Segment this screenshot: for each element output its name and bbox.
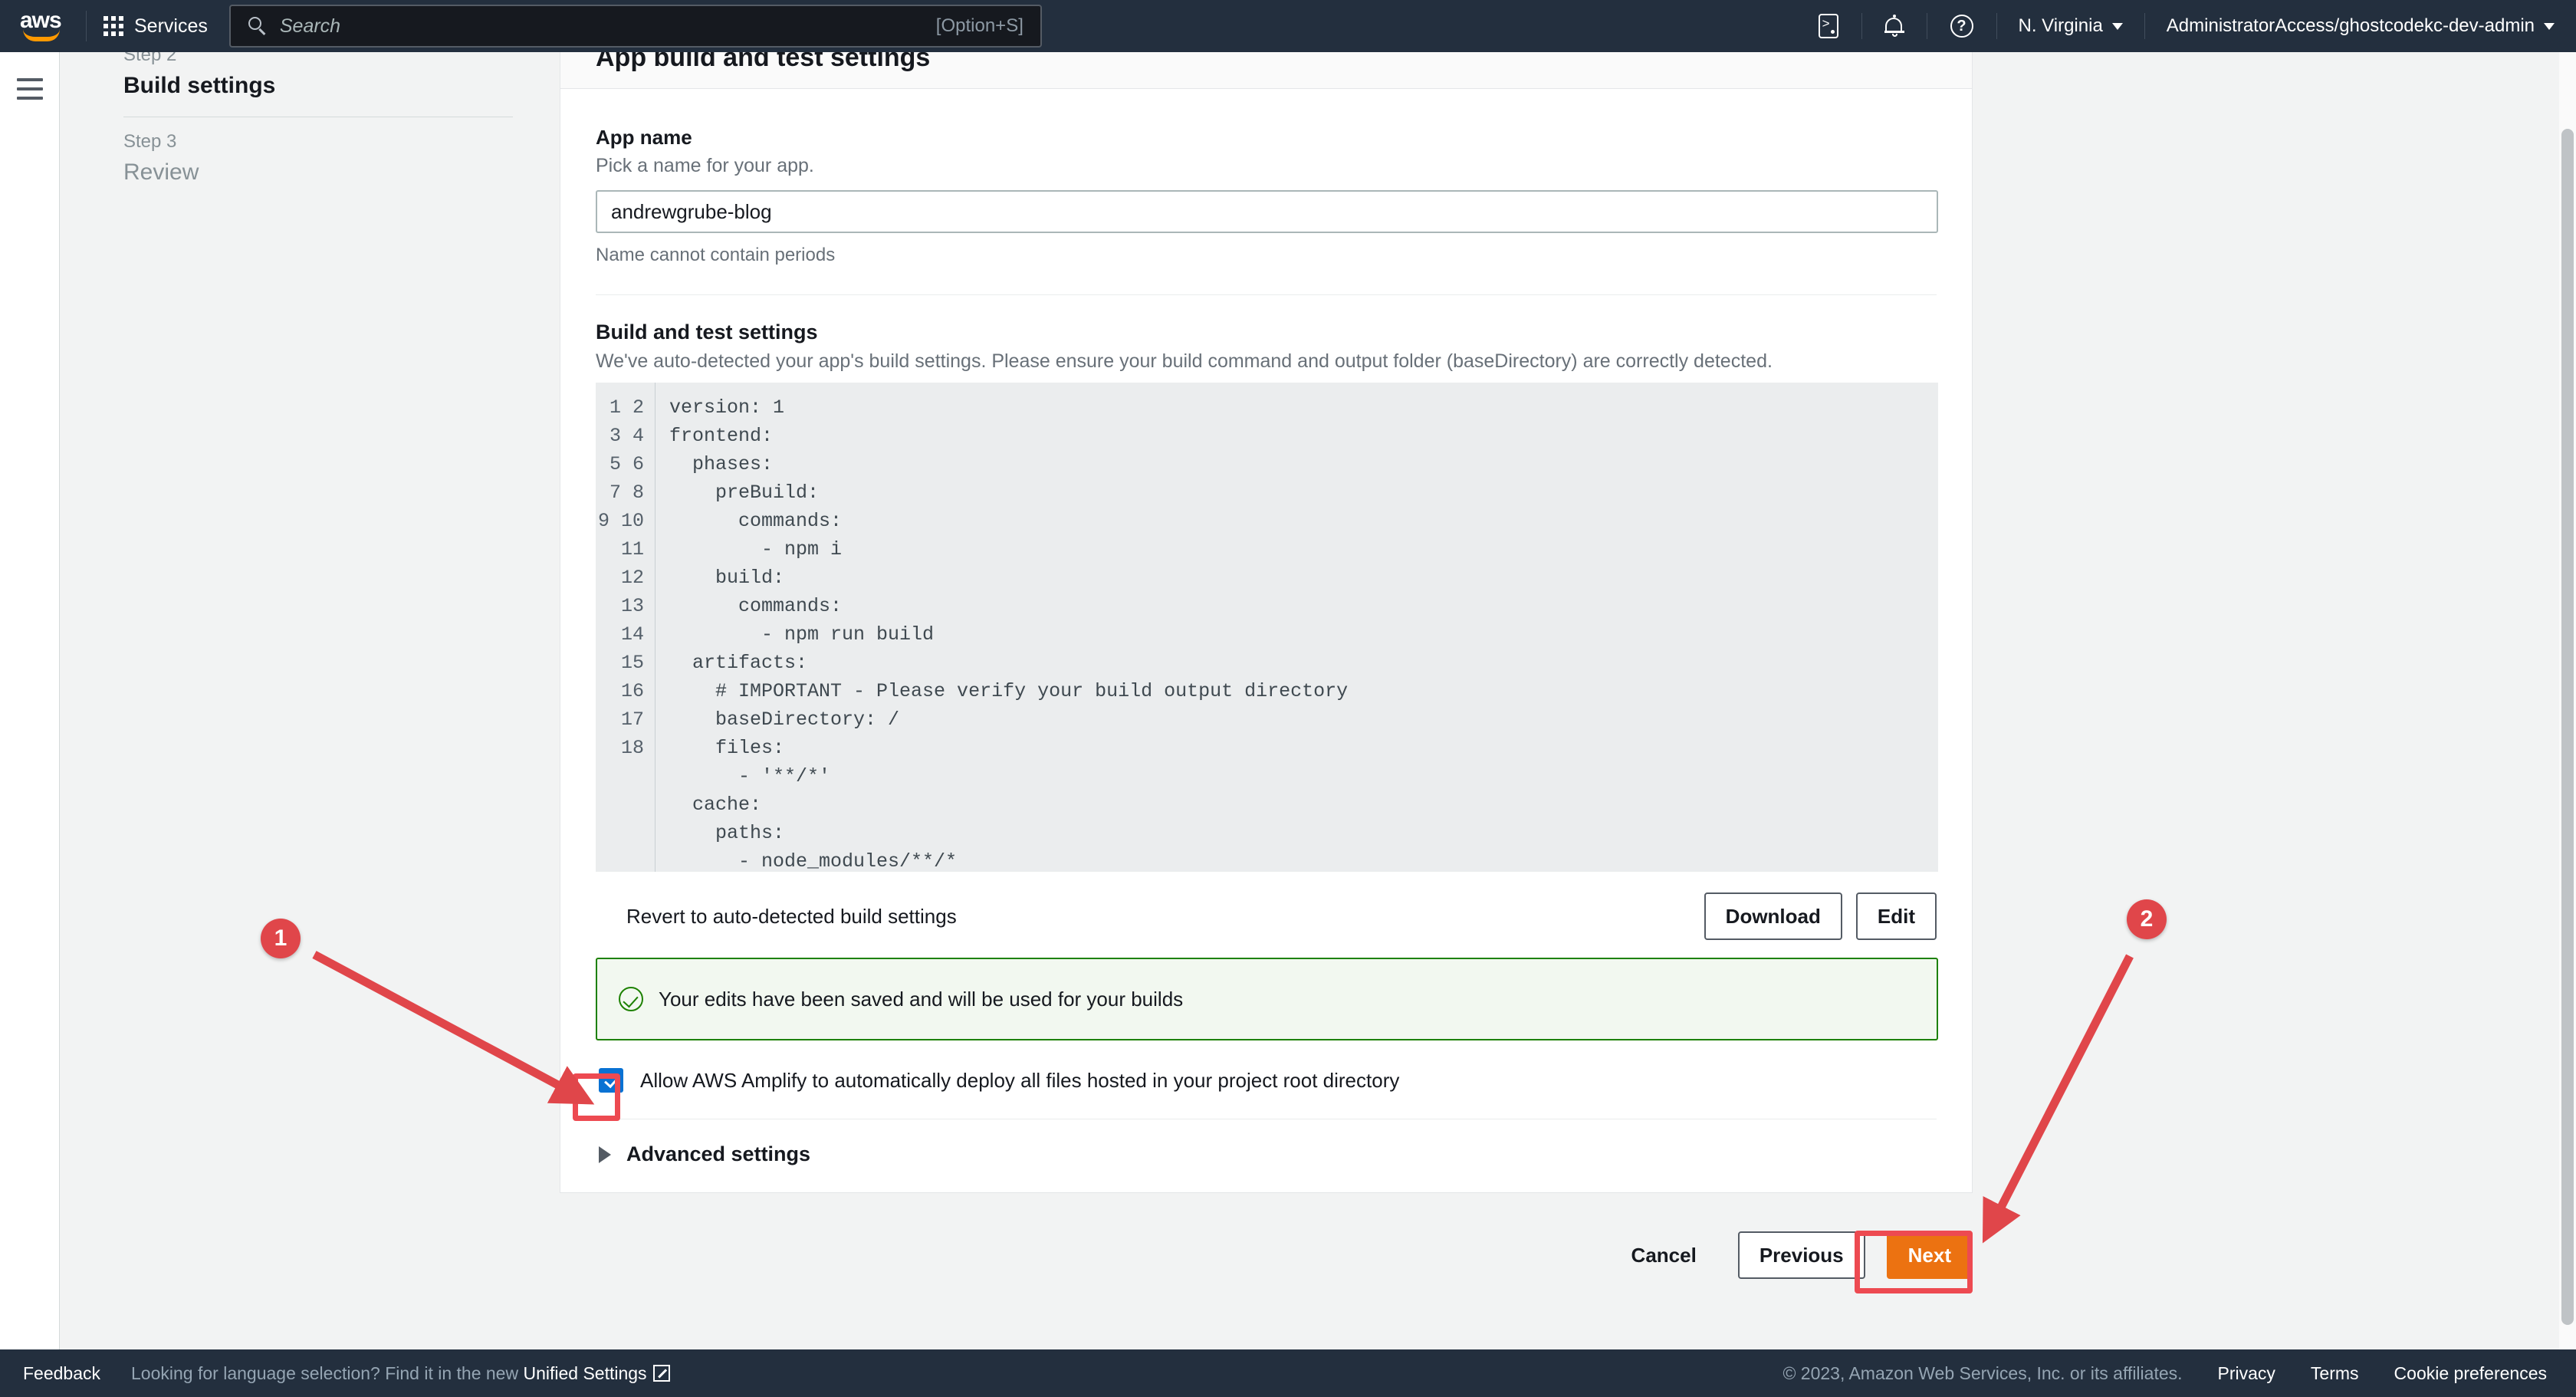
question-mark-icon: ? [1950,15,1973,38]
check-circle-icon [619,987,643,1011]
scrollbar-thumb[interactable] [2561,129,2574,1325]
left-rail [0,52,60,1349]
build-settings-card: App build and test settings App name Pic… [560,52,1973,1193]
success-alert: Your edits have been saved and will be u… [596,958,1938,1040]
wizard-step-sidebar: Step 2 Build settings Step 3 Review [61,44,559,1349]
external-link-icon [652,1364,670,1382]
previous-button[interactable]: Previous [1737,1231,1865,1279]
account-label: AdministratorAccess/ghostcodekc-dev-admi… [2166,15,2535,36]
search-placeholder: Search [279,15,341,37]
sidebar-item-build-settings[interactable]: Step 2 Build settings [123,41,513,117]
cancel-button[interactable]: Cancel [1612,1231,1717,1279]
region-label: N. Virginia [2018,15,2103,36]
advanced-settings-label: Advanced settings [626,1142,811,1165]
bell-icon [1884,14,1904,37]
card-header: App build and test settings [560,52,1972,89]
language-prompt-text: Looking for language selection? Find it … [131,1362,524,1383]
triangle-right-icon [599,1146,611,1163]
aws-logo-icon[interactable]: aws [20,8,69,41]
annotation-badge-2: 2 [2127,899,2167,939]
card-body: App name Pick a name for your app. Name … [560,89,1972,1192]
build-settings-description: We've auto-detected your app's build set… [596,350,1773,372]
copyright-text: © 2023, Amazon Web Services, Inc. or its… [1783,1362,2183,1383]
step-kicker: Step 3 [123,131,177,152]
global-search-input[interactable]: Search [Option+S] [228,5,1042,48]
bottom-bar-left: Feedback Looking for language selection?… [0,1363,670,1384]
nav-right-group: ? N. Virginia AdministratorAccess/ghostc… [1796,0,2576,52]
feedback-link[interactable]: Feedback [23,1363,100,1384]
edit-button[interactable]: Edit [1855,892,1937,940]
app-root: aws Services Search [Option+S] > ? N. Vi… [0,0,2576,1397]
chevron-down-icon [2111,22,2123,30]
terms-link[interactable]: Terms [2311,1363,2359,1384]
chevron-down-icon [2544,22,2555,30]
aws-wordmark: aws [20,8,62,33]
build-settings-section: Build and test settings We've auto-detec… [596,318,1938,1093]
annotation-highlight-next [1855,1231,1973,1293]
page-scrollbar[interactable] [2559,52,2576,1349]
deploy-all-files-row: Allow AWS Amplify to automatically deplo… [596,1068,1937,1093]
annotation-arrow-2 [1982,954,2134,1244]
unified-settings-link[interactable]: Unified Settings [523,1363,646,1383]
buildspec-code-editor[interactable]: 1 2 3 4 5 6 7 8 9 10 11 12 13 14 15 16 1… [596,383,1938,872]
revert-build-settings-link[interactable]: Revert to auto-detected build settings [626,905,957,929]
line-number-gutter: 1 2 3 4 5 6 7 8 9 10 11 12 13 14 15 16 1… [596,383,656,872]
bottom-bar: Feedback Looking for language selection?… [0,1349,2576,1397]
sidebar-item-review[interactable]: Step 3 Review [123,117,513,203]
help-button[interactable]: ? [1927,15,1996,38]
account-menu[interactable]: AdministratorAccess/ghostcodekc-dev-admi… [2145,15,2576,37]
build-settings-title: Build and test settings [596,320,818,343]
app-name-field-group: App name Pick a name for your app. Name … [596,124,1938,268]
app-name-description: Pick a name for your app. [596,155,814,176]
deploy-all-files-label: Allow AWS Amplify to automatically deplo… [640,1068,1400,1092]
step-title: Build settings [123,73,276,98]
notifications-button[interactable] [1862,14,1927,37]
region-selector[interactable]: N. Virginia [1997,15,2144,37]
cloudshell-icon [1818,14,1838,38]
grid-icon [104,16,123,36]
services-menu-button[interactable]: Services [104,15,208,38]
annotation-highlight-checkbox [573,1073,620,1121]
services-label: Services [134,15,208,37]
app-name-label: App name [596,126,692,149]
search-shortcut-hint: [Option+S] [935,15,1024,36]
top-navigation: aws Services Search [Option+S] > ? N. Vi… [0,0,2576,52]
cookie-preferences-link[interactable]: Cookie preferences [2394,1363,2547,1384]
cloudshell-button[interactable] [1796,14,1861,38]
buildspec-code: version: 1 frontend: phases: preBuild: c… [669,396,1349,872]
advanced-settings-toggle[interactable]: Advanced settings [596,1119,1937,1192]
language-prompt: Looking for language selection? Find it … [131,1363,670,1384]
search-icon [248,16,268,36]
wizard-actions: Cancel Previous Next [560,1231,1973,1279]
download-button[interactable]: Download [1704,892,1842,940]
page-title: App build and test settings [596,52,931,72]
privacy-link[interactable]: Privacy [2218,1363,2275,1384]
bottom-bar-right: © 2023, Amazon Web Services, Inc. or its… [1783,1363,2576,1384]
section-divider [596,294,1937,295]
hamburger-icon[interactable] [16,78,43,100]
step-title: Review [123,159,199,185]
success-alert-message: Your edits have been saved and will be u… [659,987,1184,1011]
app-name-hint: Name cannot contain periods [596,245,836,265]
app-name-input[interactable] [596,190,1938,233]
editor-actions-row: Revert to auto-detected build settings D… [596,889,1937,944]
annotation-badge-1: 1 [261,919,301,958]
nav-divider [86,11,87,41]
aws-smile-icon [23,29,60,41]
